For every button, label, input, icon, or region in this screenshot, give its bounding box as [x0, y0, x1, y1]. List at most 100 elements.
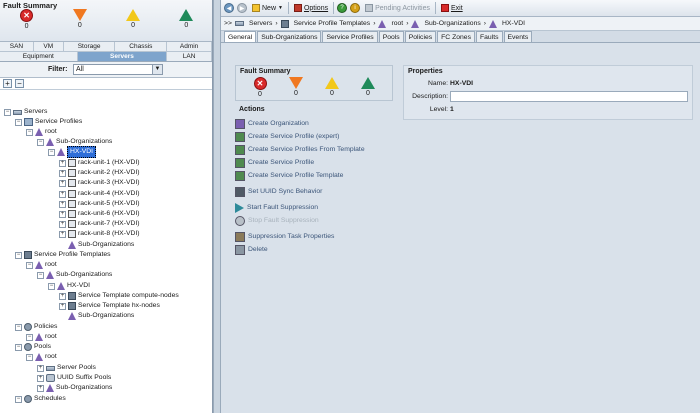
exit-button[interactable]: Exit — [439, 4, 465, 12]
info-icon[interactable]: i — [350, 3, 361, 13]
expand-toggle-icon[interactable]: + — [59, 292, 66, 300]
tree-node[interactable]: + rack-unit-8 (HX-VDI) — [59, 229, 140, 239]
tab-servers[interactable]: Servers — [77, 52, 168, 61]
tree-node[interactable]: + UUID Suffix Pools — [37, 373, 111, 383]
expand-toggle-icon[interactable]: − — [15, 251, 22, 259]
tree-node[interactable]: + Sub-Organizations — [37, 383, 112, 393]
expand-toggle-icon[interactable]: − — [37, 138, 44, 146]
tree-node[interactable]: + rack-unit-2 (HX-VDI) — [59, 168, 140, 178]
breadcrumb-servers[interactable]: Servers — [249, 20, 272, 27]
tree-node[interactable]: + rack-unit-6 (HX-VDI) — [59, 209, 140, 219]
tab-vm[interactable]: VM — [34, 42, 64, 51]
expand-toggle-icon[interactable]: + — [59, 169, 66, 177]
tab-faults[interactable]: Faults — [475, 31, 503, 42]
action-item[interactable]: Create Service Profiles From Template — [235, 143, 393, 156]
tab-fc-zones[interactable]: FC Zones — [437, 31, 475, 42]
breadcrumb-suborgs[interactable]: Sub-Organizations — [424, 20, 480, 27]
tab-san[interactable]: SAN — [0, 42, 34, 51]
pending-activities-button[interactable]: Pending Activities — [363, 4, 432, 12]
major-fault-icon[interactable] — [72, 9, 87, 21]
expand-toggle-icon[interactable]: − — [26, 333, 33, 341]
expand-toggle-icon[interactable]: + — [59, 230, 66, 238]
action-item[interactable]: Create Organization — [235, 117, 393, 130]
tree-node[interactable]: − HX-VDI — [48, 146, 97, 158]
tree-node[interactable]: + rack-unit-4 (HX-VDI) — [59, 189, 140, 199]
tab-equipment[interactable]: Equipment — [0, 52, 78, 61]
expand-toggle-icon[interactable]: − — [26, 353, 33, 361]
tree-node[interactable]: + rack-unit-7 (HX-VDI) — [59, 219, 140, 229]
tab-events[interactable]: Events — [503, 31, 533, 42]
critical-fault-icon[interactable]: ✕ — [20, 9, 34, 22]
tab-service-profiles[interactable]: Service Profiles — [322, 31, 378, 42]
breadcrumb-templates[interactable]: Service Profile Templates — [294, 20, 371, 27]
description-input[interactable] — [450, 91, 688, 102]
warning-fault-icon[interactable] — [361, 77, 375, 89]
help-icon[interactable]: ? — [337, 3, 348, 13]
expand-toggle-icon[interactable]: − — [4, 108, 11, 116]
action-item[interactable]: Create Service Profile (expert) — [235, 130, 393, 143]
tree-node[interactable]: − Sub-Organizations — [37, 270, 112, 280]
tab-lan[interactable]: LAN — [167, 52, 213, 61]
expand-toggle-icon[interactable]: + — [37, 364, 44, 372]
expand-toggle-icon[interactable]: − — [48, 282, 55, 290]
tree-node[interactable]: + Service Template hx-nodes — [59, 301, 160, 311]
action-item[interactable]: Start Fault Suppression — [235, 201, 393, 214]
tree-node[interactable]: − Pools — [15, 342, 51, 352]
critical-fault-icon[interactable]: ✕ — [253, 77, 267, 90]
tree-node[interactable]: − root — [26, 260, 57, 270]
tree-node[interactable]: Sub-Organizations — [59, 240, 134, 250]
expand-toggle-icon[interactable]: + — [59, 220, 66, 228]
forward-icon[interactable]: ▶ — [237, 3, 247, 13]
expand-toggle-icon[interactable]: + — [59, 210, 66, 218]
expand-toggle-icon[interactable]: − — [37, 271, 44, 279]
tab-sub-organizations[interactable]: Sub-Organizations — [257, 31, 322, 42]
expand-toggle-icon[interactable]: − — [48, 148, 55, 156]
tree-node[interactable]: − root — [26, 127, 57, 137]
minor-fault-icon[interactable] — [126, 9, 141, 21]
filter-select[interactable]: All ▼ — [73, 64, 163, 75]
tree-node[interactable]: − Service Profile Templates — [15, 250, 111, 260]
tree-node[interactable]: + Server Pools — [37, 363, 96, 373]
tree-node[interactable]: − root — [26, 352, 57, 362]
tree-node[interactable]: − Schedules — [15, 394, 66, 404]
action-item[interactable]: Delete — [235, 243, 393, 256]
tab-storage[interactable]: Storage — [64, 42, 116, 51]
tree-node[interactable]: − Servers — [4, 107, 47, 117]
expand-toggle-icon[interactable]: − — [15, 395, 22, 403]
tab-general[interactable]: General — [224, 31, 257, 42]
tree-node[interactable]: − Policies — [15, 322, 57, 332]
collapse-all-icon[interactable]: − — [15, 79, 24, 88]
tree-node[interactable]: + Service Template compute-nodes — [59, 291, 179, 301]
breadcrumb-root[interactable]: root — [391, 20, 403, 27]
tree-node[interactable]: + rack-unit-1 (HX-VDI) — [59, 158, 140, 168]
expand-toggle-icon[interactable]: + — [59, 190, 66, 198]
new-button[interactable]: New ▼ — [250, 4, 285, 12]
action-item[interactable]: Create Service Profile Template — [235, 169, 393, 182]
minor-fault-icon[interactable] — [325, 77, 339, 89]
action-item[interactable]: Suppression Task Properties — [235, 230, 393, 243]
expand-toggle-icon[interactable]: − — [26, 128, 33, 136]
expand-toggle-icon[interactable]: + — [37, 374, 44, 382]
expand-toggle-icon[interactable]: + — [59, 200, 66, 208]
expand-toggle-icon[interactable]: − — [15, 323, 22, 331]
back-icon[interactable]: ◀ — [224, 3, 234, 13]
action-item[interactable]: Create Service Profile — [235, 156, 393, 169]
action-item[interactable]: Set UUID Sync Behavior — [235, 185, 393, 198]
tree-node[interactable]: − root — [26, 332, 57, 342]
expand-toggle-icon[interactable]: + — [59, 159, 66, 167]
options-button[interactable]: Options — [292, 4, 330, 12]
expand-toggle-icon[interactable]: − — [15, 118, 22, 126]
tab-admin[interactable]: Admin — [167, 42, 212, 51]
chevron-down-icon[interactable]: ▼ — [152, 65, 162, 74]
major-fault-icon[interactable] — [289, 77, 303, 89]
expand-all-icon[interactable]: + — [3, 79, 12, 88]
tree-node[interactable]: + rack-unit-3 (HX-VDI) — [59, 178, 140, 188]
warning-fault-icon[interactable] — [179, 9, 194, 21]
tree-node[interactable]: Sub-Organizations — [59, 311, 134, 321]
breadcrumb-hx-vdi[interactable]: HX-VDI — [502, 20, 525, 27]
tree-node[interactable]: + rack-unit-5 (HX-VDI) — [59, 199, 140, 209]
expand-toggle-icon[interactable]: + — [59, 302, 66, 310]
tree-node[interactable]: − Service Profiles — [15, 117, 82, 127]
tree-node[interactable]: − HX-VDI — [48, 281, 90, 291]
expand-toggle-icon[interactable]: + — [59, 179, 66, 187]
